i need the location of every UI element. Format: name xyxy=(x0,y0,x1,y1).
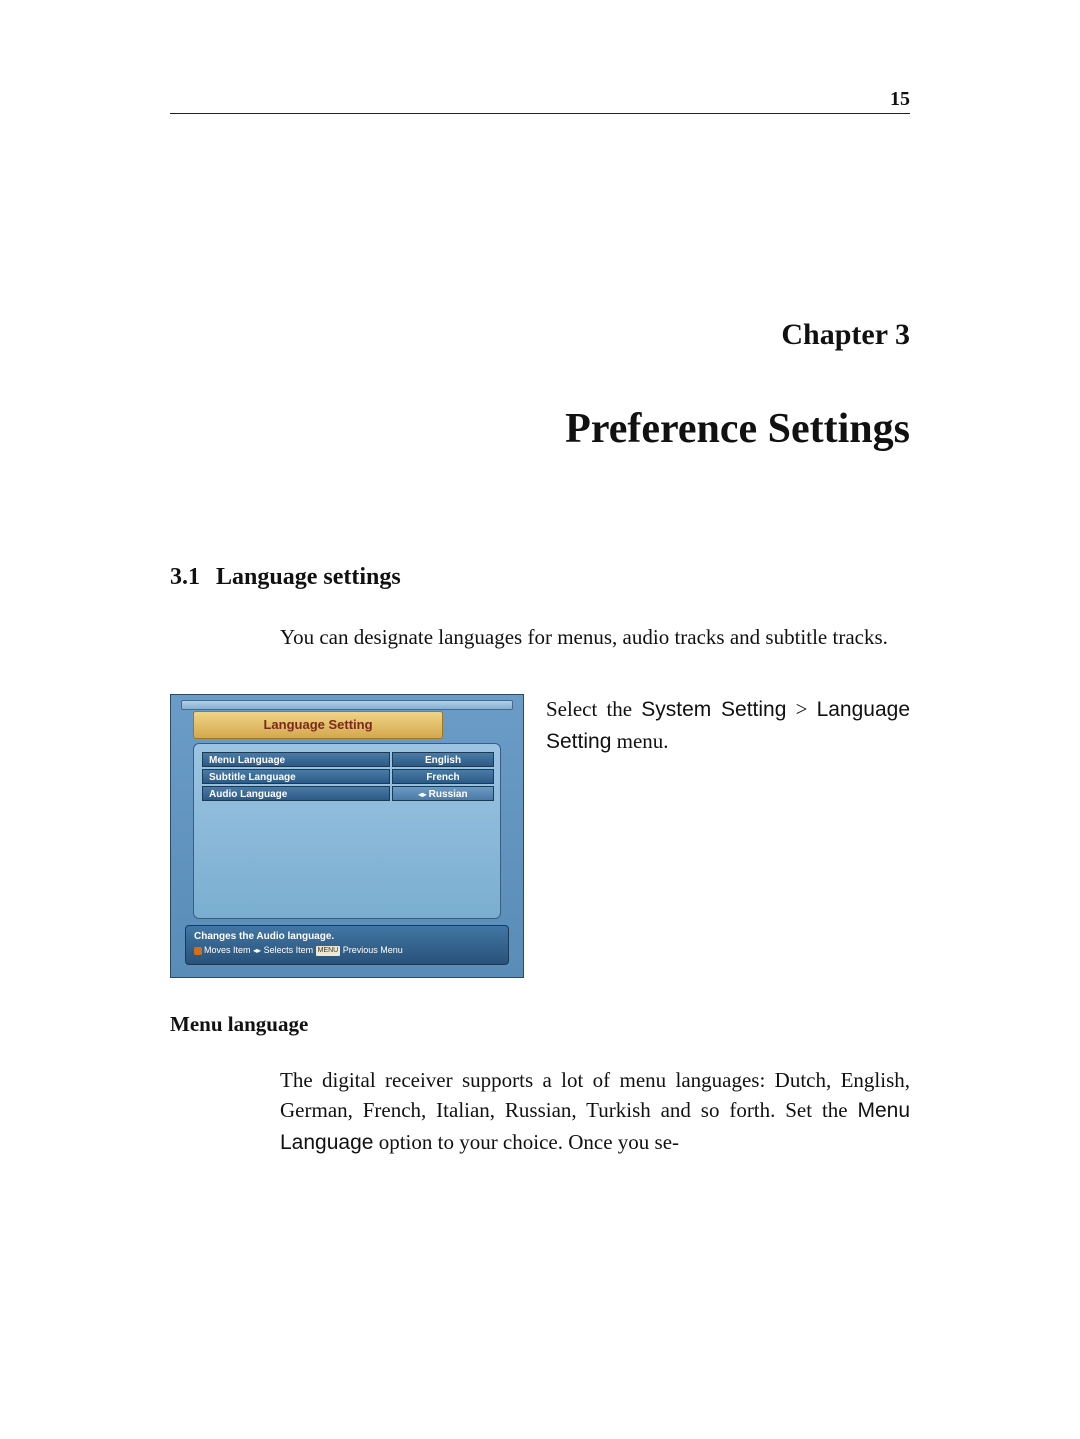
row-label: Menu Language xyxy=(202,752,390,767)
section-heading: 3.1 Language settings xyxy=(170,564,401,591)
screenshot-topbar xyxy=(181,700,513,710)
section-title: Language settings xyxy=(216,564,401,590)
row-value: English xyxy=(392,752,494,767)
chapter-title: Preference Settings xyxy=(565,405,910,453)
leftright-icon: ◂▸ xyxy=(253,945,261,956)
page-number: 15 xyxy=(890,88,910,111)
menu-badge: MENU xyxy=(316,946,341,956)
setting-row-audio-language[interactable]: Audio Language ◂▸ Russian xyxy=(202,786,494,801)
row-value: ◂▸ Russian xyxy=(392,786,494,801)
header-rule xyxy=(170,113,910,114)
updown-icon xyxy=(194,947,202,955)
row-value: French xyxy=(392,769,494,784)
embedded-screenshot: Language Setting Menu Language English S… xyxy=(170,694,524,978)
setting-row-subtitle-language[interactable]: Subtitle Language French xyxy=(202,769,494,784)
row-label: Audio Language xyxy=(202,786,390,801)
subsection-heading: Menu language xyxy=(170,1012,308,1037)
body-paragraph: The digital receiver supports a lot of m… xyxy=(280,1065,910,1158)
setting-row-menu-language[interactable]: Menu Language English xyxy=(202,752,494,767)
figure-row: Language Setting Menu Language English S… xyxy=(170,694,910,978)
screenshot-title: Language Setting xyxy=(193,711,443,739)
document-page: 15 Chapter 3 Preference Settings 3.1 Lang… xyxy=(0,0,1080,1439)
footer-hint-secondary: Moves Item ◂▸ Selects Item MENU Previous… xyxy=(194,944,500,957)
figure-caption-text: Select the System Setting > Language Set… xyxy=(546,694,910,978)
left-right-arrows-icon: ◂▸ xyxy=(418,790,428,799)
chapter-label: Chapter 3 xyxy=(781,318,910,352)
menu-path-system-setting: System Setting xyxy=(641,698,786,721)
section-number: 3.1 xyxy=(170,564,200,590)
row-label: Subtitle Language xyxy=(202,769,390,784)
intro-paragraph: You can designate languages for menus, a… xyxy=(280,622,910,652)
screenshot-footer: Changes the Audio language. Moves Item ◂… xyxy=(185,925,509,965)
footer-hint-primary: Changes the Audio language. xyxy=(194,930,500,944)
screenshot-panel: Menu Language English Subtitle Language … xyxy=(193,743,501,919)
